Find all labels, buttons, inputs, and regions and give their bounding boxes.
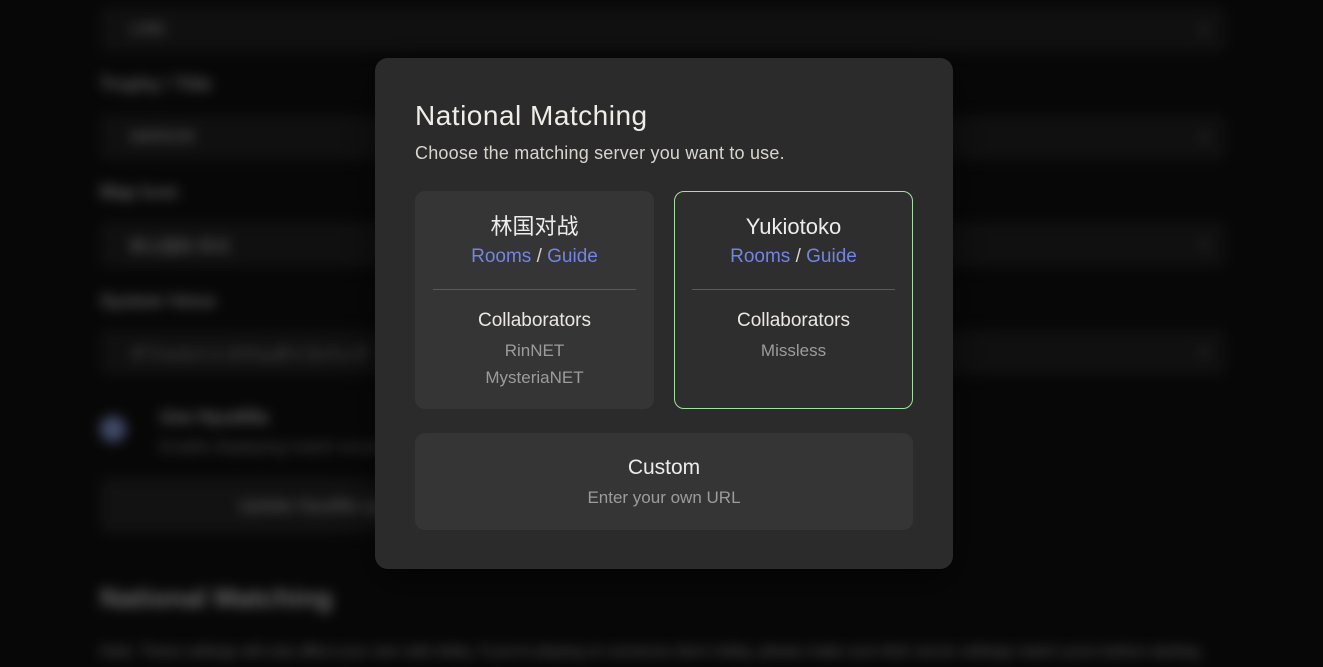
custom-card-title: Custom	[628, 456, 700, 480]
rooms-link[interactable]: Rooms	[730, 246, 790, 267]
server-options-row: 林国对战 Rooms / Guide Collaborators RinNET …	[415, 191, 913, 409]
server-links: Rooms / Guide	[416, 246, 653, 268]
custom-server-card[interactable]: Custom Enter your own URL	[415, 433, 913, 530]
national-matching-dialog: National Matching Choose the matching se…	[375, 58, 953, 569]
link-separator: /	[531, 246, 547, 267]
collaborator: Missless	[675, 337, 912, 364]
link-separator: /	[790, 246, 806, 267]
dialog-subtitle: Choose the matching server you want to u…	[415, 143, 913, 164]
server-name: 林国对战	[416, 214, 653, 240]
card-divider	[692, 289, 896, 290]
server-links: Rooms / Guide	[675, 246, 912, 268]
server-card-linguoduizhan[interactable]: 林国对战 Rooms / Guide Collaborators RinNET …	[415, 191, 654, 409]
collaborators-label: Collaborators	[675, 310, 912, 332]
card-divider	[433, 289, 637, 290]
rooms-link[interactable]: Rooms	[471, 246, 531, 267]
guide-link[interactable]: Guide	[547, 246, 598, 267]
collaborator: MysteriaNET	[416, 364, 653, 391]
collaborators-label: Collaborators	[416, 310, 653, 332]
collaborator: RinNET	[416, 337, 653, 364]
guide-link[interactable]: Guide	[806, 246, 857, 267]
dialog-title: National Matching	[415, 100, 913, 132]
custom-card-subtitle: Enter your own URL	[587, 488, 740, 508]
collaborators-list: RinNET MysteriaNET	[416, 337, 653, 391]
collaborators-list: Missless	[675, 337, 912, 364]
server-card-yukiotoko[interactable]: Yukiotoko Rooms / Guide Collaborators Mi…	[674, 191, 913, 409]
server-name: Yukiotoko	[675, 214, 912, 240]
